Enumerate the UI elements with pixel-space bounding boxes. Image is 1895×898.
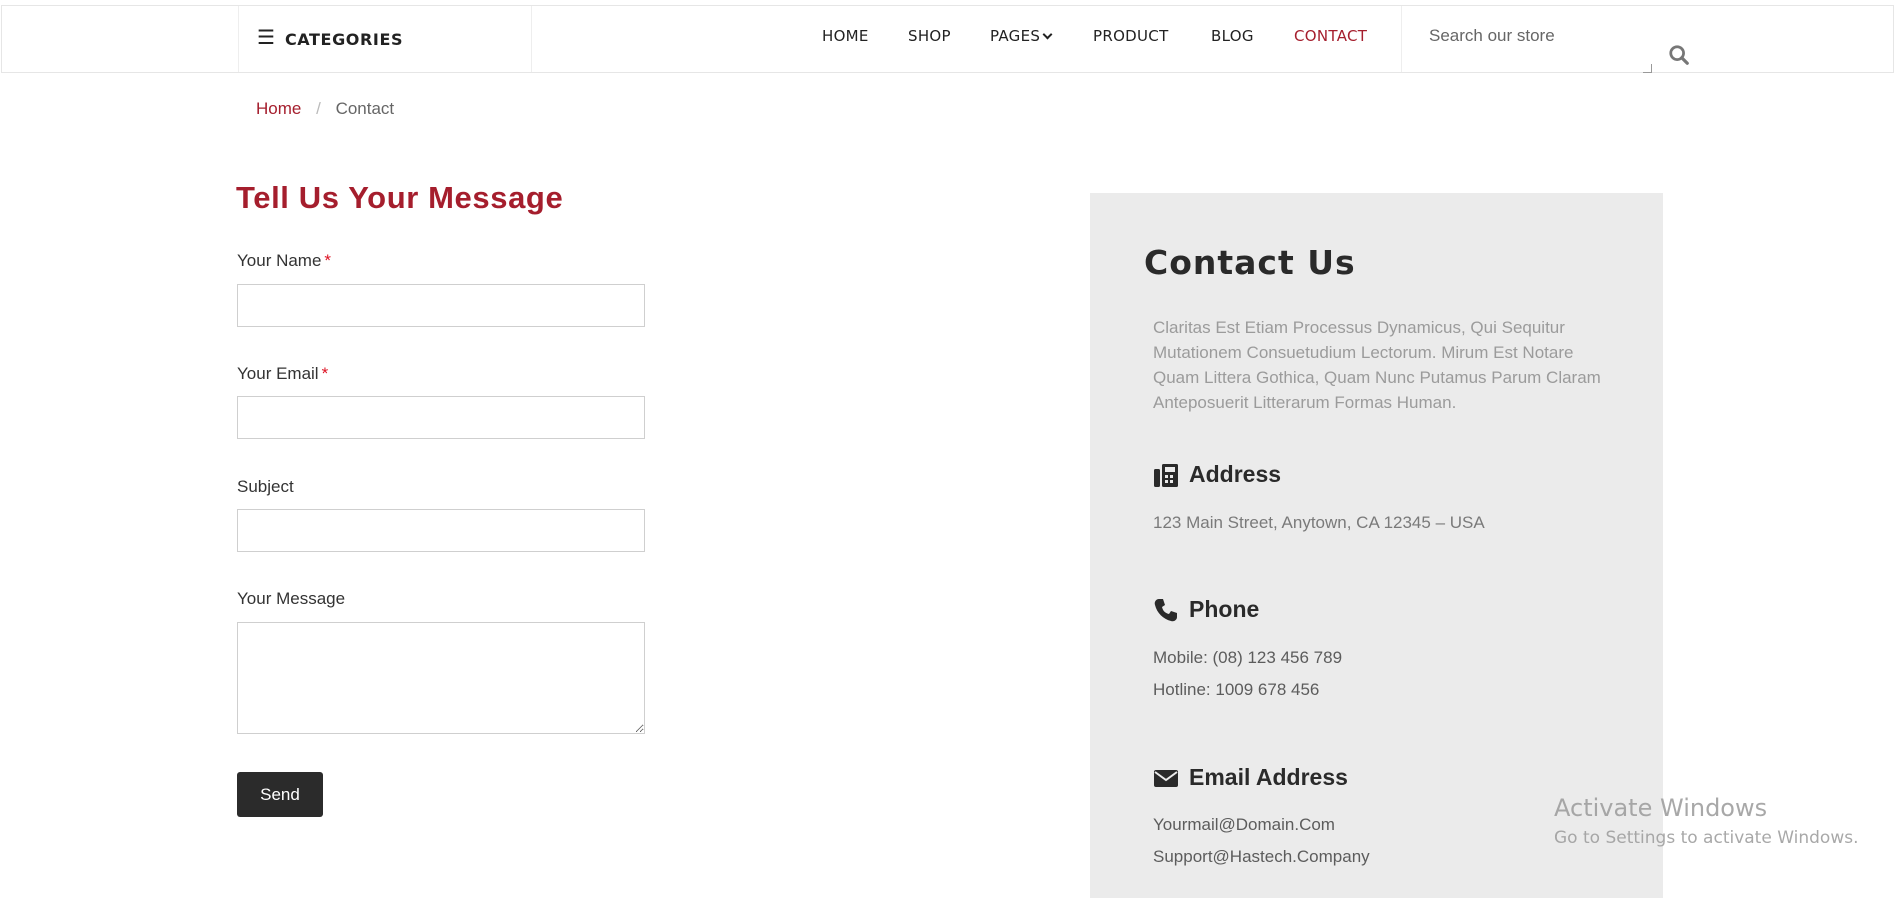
resize-grip-icon[interactable] — [1643, 64, 1652, 73]
envelope-icon — [1154, 769, 1178, 787]
form-title: Tell Us Your Message — [236, 180, 564, 215]
nav-contact[interactable]: CONTACT — [1294, 27, 1367, 45]
breadcrumb-separator: / — [316, 99, 321, 118]
name-field[interactable] — [237, 284, 645, 327]
contact-intro: Claritas Est Etiam Processus Dynamicus, … — [1153, 318, 1601, 412]
nav-home[interactable]: HOME — [822, 27, 869, 45]
breadcrumb-home-link[interactable]: Home — [256, 99, 301, 118]
subject-field[interactable] — [237, 509, 645, 552]
categories-toggle[interactable]: ☰ CATEGORIES — [238, 6, 532, 72]
phone-hotline: Hotline: 1009 678 456 — [1153, 680, 1320, 699]
phone-icon — [1154, 598, 1177, 621]
nav-pages[interactable]: PAGES — [990, 27, 1053, 45]
email-heading: Email Address — [1153, 764, 1348, 791]
contact-title: Contact Us — [1144, 243, 1356, 282]
fax-building-icon — [1154, 463, 1178, 487]
subject-label: Subject — [237, 477, 294, 496]
hamburger-menu-icon: ☰ — [257, 26, 275, 49]
name-label: Your Name * — [237, 251, 331, 271]
nav-product[interactable]: PRODUCT — [1093, 27, 1169, 45]
phone-mobile: Mobile: (08) 123 456 789 — [1153, 648, 1343, 667]
chevron-down-icon — [1042, 29, 1053, 40]
header-divider — [1401, 6, 1402, 72]
name-label-text: Your Name — [237, 251, 322, 270]
nav-pages-label: PAGES — [990, 27, 1041, 45]
message-field[interactable] — [237, 622, 645, 734]
search-input[interactable] — [1415, 20, 1653, 64]
required-marker: * — [324, 251, 332, 270]
email-field[interactable] — [237, 396, 645, 439]
categories-label: CATEGORIES — [284, 29, 404, 49]
address-line: 123 Main Street, Anytown, CA 12345 – USA — [1153, 513, 1485, 532]
email-heading-text: Email Address — [1189, 764, 1348, 790]
breadcrumb: Home / Contact — [256, 99, 394, 119]
contact-info-panel: Contact Us Claritas Est Etiam Processus … — [1090, 193, 1663, 898]
email-label: Your Email * — [237, 364, 328, 384]
nav-blog[interactable]: BLOG — [1211, 27, 1254, 45]
phone-heading-text: Phone — [1189, 596, 1260, 622]
activate-windows-subtitle: Go to Settings to activate Windows. — [1554, 828, 1859, 848]
nav-shop[interactable]: SHOP — [908, 27, 951, 45]
top-header-bar: ☰ CATEGORIES HOME SHOP PAGES PRODUCT BLO… — [1, 5, 1894, 73]
required-marker: * — [321, 364, 329, 383]
breadcrumb-current: Contact — [335, 99, 395, 118]
message-label: Your Message — [237, 589, 346, 608]
activate-windows-title: Activate Windows — [1554, 794, 1768, 822]
address-heading: Address — [1153, 461, 1281, 488]
email-primary: Yourmail@Domain.Com — [1153, 815, 1335, 834]
address-heading-text: Address — [1189, 461, 1282, 487]
phone-heading: Phone — [1153, 596, 1259, 623]
search-icon[interactable] — [1668, 44, 1690, 66]
email-support: Support@Hastech.Company — [1153, 847, 1370, 866]
send-button[interactable]: Send — [237, 772, 323, 817]
email-label-text: Your Email — [237, 364, 319, 383]
